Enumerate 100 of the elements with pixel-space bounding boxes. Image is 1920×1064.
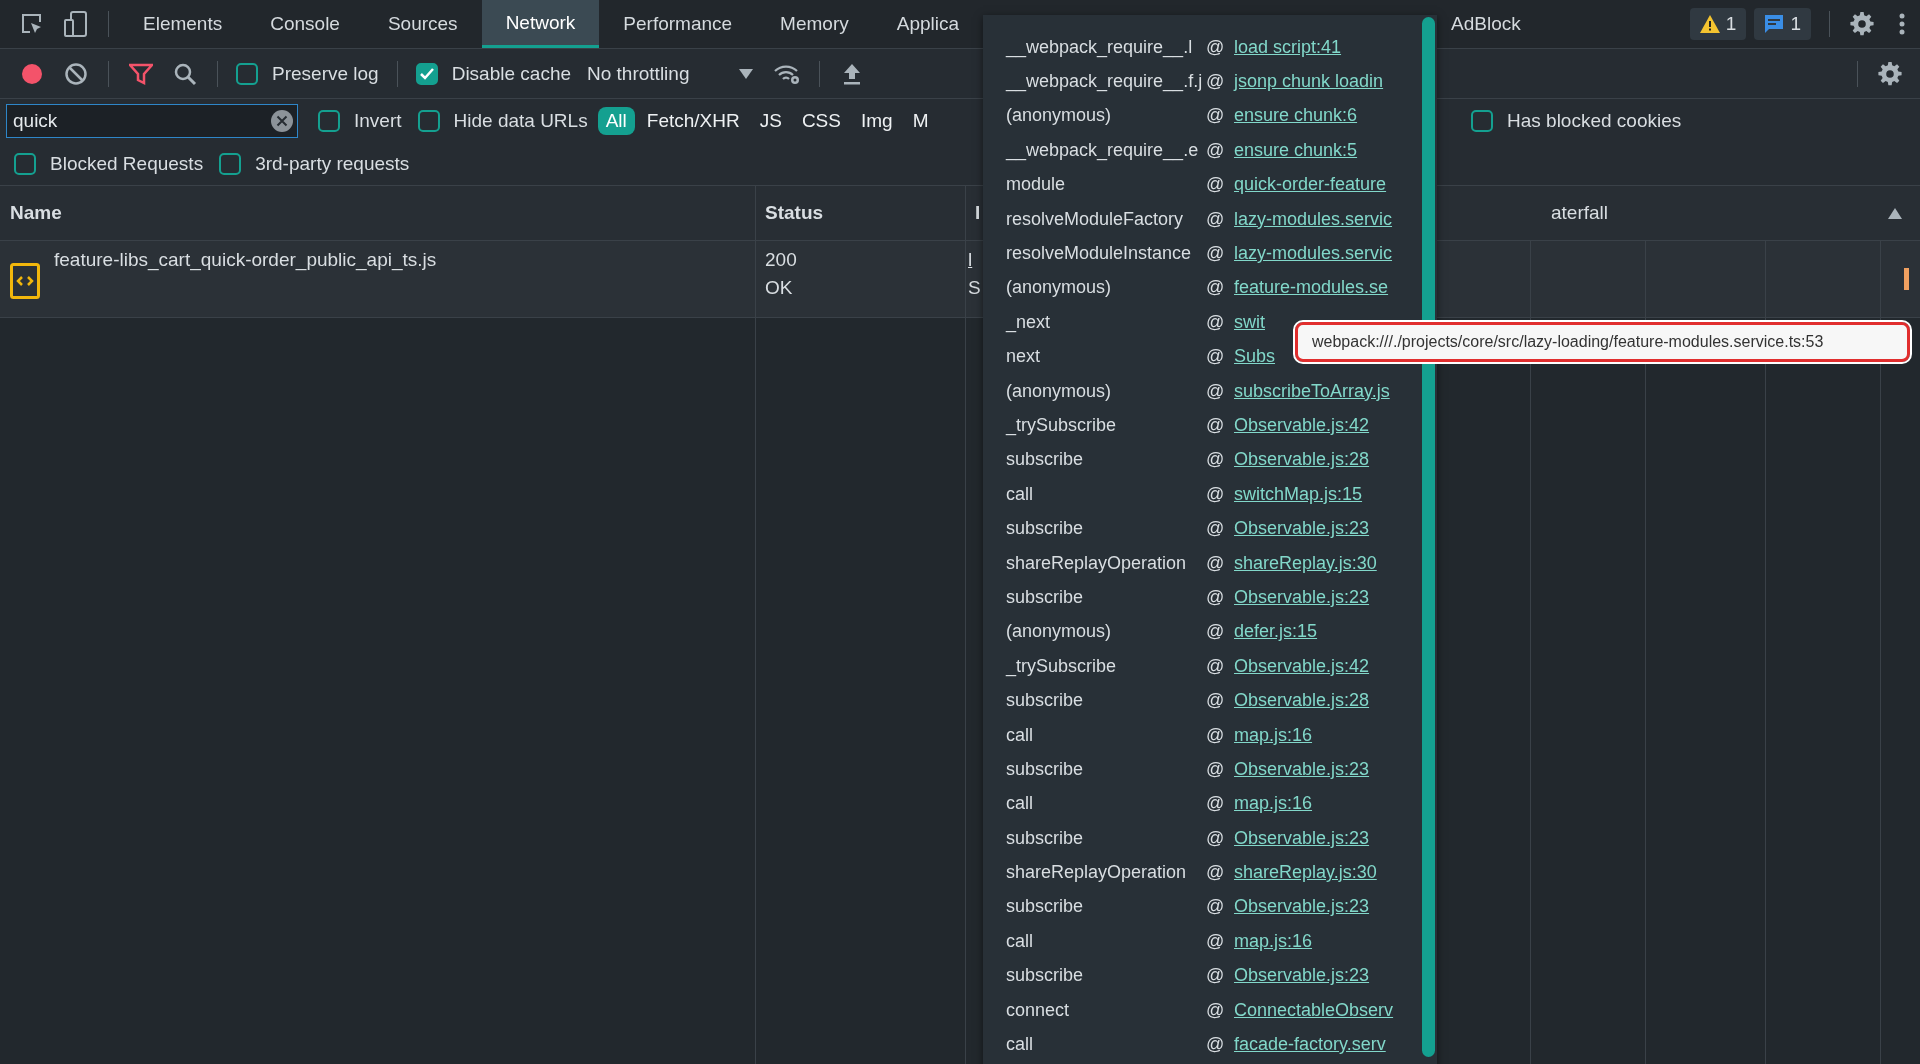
- request-name[interactable]: feature-libs_cart_quick-order_public_api_ts.js: [54, 249, 437, 271]
- source-link[interactable]: Observable.js:28: [1234, 449, 1370, 471]
- function-name: subscribe: [1006, 965, 1085, 987]
- panel-tab[interactable]: Console: [246, 0, 364, 48]
- source-link[interactable]: shareReplay.js:30: [1234, 552, 1377, 574]
- source-link[interactable]: Observable.js:23: [1234, 758, 1370, 780]
- source-link[interactable]: ensure chunk:6: [1234, 105, 1358, 127]
- filter-icon[interactable]: [129, 62, 153, 85]
- function-name: _trySubscribe: [1006, 655, 1118, 677]
- settings-icon[interactable]: [1877, 60, 1903, 87]
- source-link[interactable]: feature-modules.se: [1234, 277, 1389, 299]
- at-sign: @: [1206, 690, 1226, 712]
- more-icon[interactable]: [1899, 13, 1905, 35]
- checkbox[interactable]: [417, 109, 440, 132]
- type-filter[interactable]: Fetch/XHR: [638, 106, 748, 135]
- checkbox[interactable]: [236, 62, 258, 85]
- function-name: (anonymous): [1006, 105, 1113, 127]
- source-link[interactable]: Observable.js:23: [1234, 896, 1370, 918]
- device-icon[interactable]: [64, 11, 88, 37]
- function-name: __webpack_require__.l: [1006, 36, 1194, 58]
- panel-tab[interactable]: Performance: [599, 0, 757, 48]
- url-tooltip: webpack:///./projects/core/src/lazy-loading/feature-modules.service.ts:53: [1295, 322, 1910, 362]
- checkbox[interactable]: [219, 152, 242, 175]
- source-link[interactable]: Observable.js:23: [1234, 965, 1370, 987]
- panel-tab[interactable]: Memory: [756, 0, 873, 48]
- panel-tab[interactable]: AdBlock: [1437, 0, 1545, 48]
- panel-tab[interactable]: Applica: [872, 0, 984, 48]
- at-sign: @: [1206, 758, 1226, 780]
- source-link[interactable]: lazy-modules.servic: [1234, 243, 1393, 265]
- source-link[interactable]: Observable.js:42: [1234, 655, 1370, 677]
- source-link[interactable]: quick-order-feature: [1234, 174, 1387, 196]
- source-link[interactable]: jsonp chunk loadin: [1234, 71, 1384, 93]
- column-header[interactable]: Status: [755, 202, 965, 224]
- issue-badge[interactable]: 1: [1754, 8, 1811, 40]
- source-link[interactable]: Observable.js:23: [1234, 827, 1370, 849]
- table-cell: S: [968, 277, 981, 299]
- issue-badge[interactable]: 1: [1689, 8, 1747, 40]
- source-link[interactable]: map.js:16: [1234, 793, 1313, 815]
- hide-data-urls-label: Hide data URLs: [453, 109, 588, 132]
- record-icon[interactable]: [21, 62, 43, 85]
- search-icon[interactable]: [173, 61, 197, 86]
- source-link[interactable]: facade-factory.serv: [1234, 1034, 1386, 1055]
- clear-icon[interactable]: [64, 61, 88, 86]
- function-name: subscribe: [1006, 449, 1085, 471]
- source-link[interactable]: map.js:16: [1234, 930, 1313, 952]
- script-file-icon: [10, 263, 40, 299]
- warning-icon: [1699, 15, 1720, 33]
- at-sign: @: [1206, 930, 1226, 952]
- type-filter[interactable]: M: [904, 106, 937, 135]
- type-filter[interactable]: Img: [852, 106, 901, 135]
- source-link[interactable]: shareReplay.js:30: [1234, 862, 1377, 884]
- checkbox[interactable]: [318, 109, 340, 132]
- function-name: resolveModuleInstance: [1006, 243, 1193, 265]
- column-header[interactable]: aterfall: [1550, 202, 1608, 224]
- source-link[interactable]: ConnectableObserv: [1234, 999, 1394, 1021]
- at-sign: @: [1206, 586, 1226, 608]
- initiator-link[interactable]: l: [968, 249, 973, 271]
- function-name: __webpack_require__.f.j: [1006, 71, 1204, 93]
- settings-icon[interactable]: [1849, 11, 1875, 37]
- clear-icon[interactable]: [271, 109, 293, 132]
- source-link[interactable]: switchMap.js:15: [1234, 483, 1363, 505]
- function-name: (anonymous): [1006, 380, 1113, 402]
- source-link[interactable]: Observable.js:23: [1234, 586, 1370, 608]
- source-link[interactable]: Subs: [1234, 346, 1276, 368]
- type-filter[interactable]: CSS: [793, 106, 849, 135]
- source-link[interactable]: Observable.js:28: [1234, 690, 1370, 712]
- sort-icon[interactable]: [1888, 207, 1902, 219]
- column-header[interactable]: I: [975, 202, 981, 224]
- panel-tab[interactable]: Elements: [119, 0, 247, 48]
- source-link[interactable]: swit: [1234, 311, 1265, 333]
- function-name: __webpack_require__.e: [1006, 139, 1200, 161]
- checkbox[interactable]: [415, 62, 438, 85]
- at-sign: @: [1206, 208, 1226, 230]
- filter-field[interactable]: quick: [6, 103, 298, 138]
- panel-tab[interactable]: Sources: [363, 0, 482, 48]
- function-name: shareReplayOperation: [1006, 862, 1188, 884]
- source-link[interactable]: lazy-modules.servic: [1234, 208, 1393, 230]
- function-name: module: [1006, 174, 1067, 196]
- source-link[interactable]: subscribeToArray.js: [1234, 380, 1390, 402]
- source-link[interactable]: load script:41: [1234, 36, 1342, 58]
- function-name: subscribe: [1006, 586, 1085, 608]
- function-name: (anonymous): [1006, 621, 1113, 643]
- type-filter[interactable]: JS: [751, 106, 790, 135]
- panel-tab[interactable]: Network: [481, 0, 600, 48]
- at-sign: @: [1206, 36, 1226, 58]
- checkbox[interactable]: [1471, 109, 1493, 132]
- function-name: call: [1006, 724, 1034, 746]
- at-sign: @: [1206, 793, 1226, 815]
- upload-icon[interactable]: [842, 62, 863, 85]
- throttling-select[interactable]: No throttling: [587, 62, 690, 85]
- caret-icon[interactable]: [739, 68, 754, 79]
- source-link[interactable]: ensure chunk:5: [1234, 139, 1358, 161]
- source-link[interactable]: Observable.js:42: [1234, 415, 1370, 436]
- function-name: resolveModuleFactory: [1006, 208, 1185, 230]
- source-link[interactable]: defer.js:15: [1234, 621, 1318, 643]
- checkbox[interactable]: [14, 152, 36, 175]
- source-link[interactable]: Observable.js:23: [1234, 518, 1370, 540]
- column-header[interactable]: Name: [0, 202, 755, 224]
- inspect-icon[interactable]: [20, 12, 44, 36]
- source-link[interactable]: map.js:16: [1234, 724, 1313, 746]
